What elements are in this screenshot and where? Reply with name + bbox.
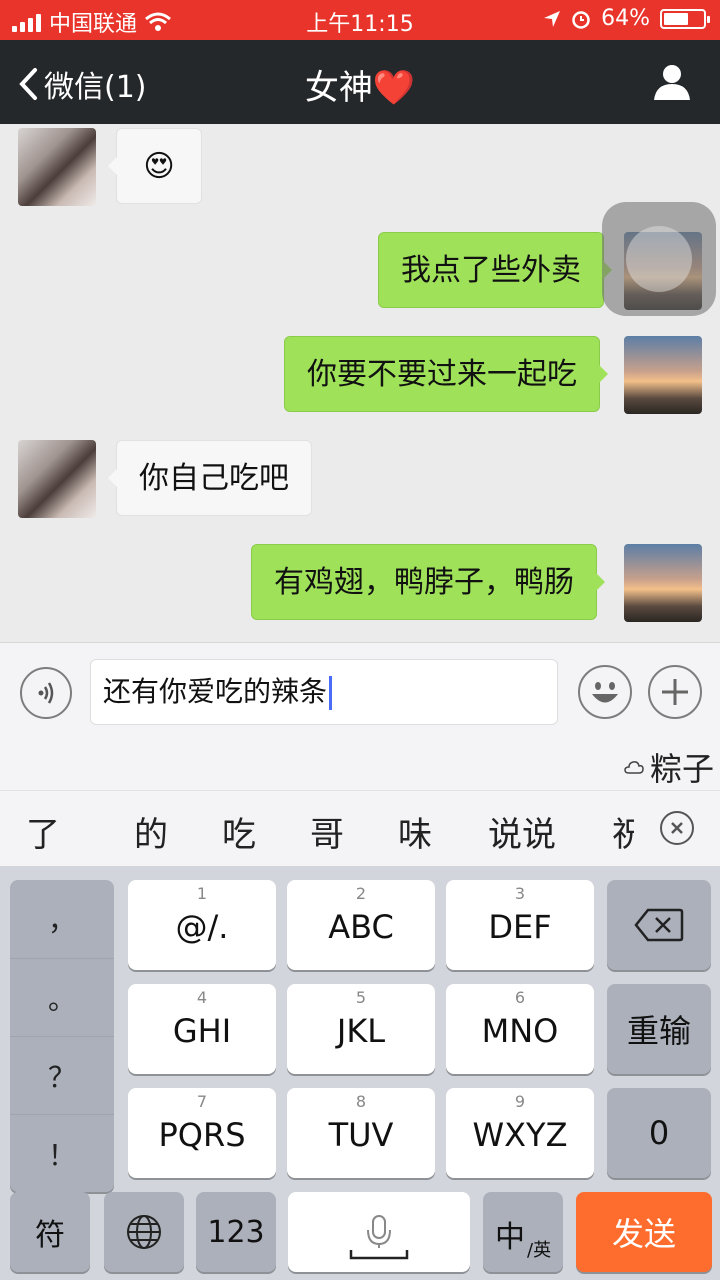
key-number: 8 [355, 1092, 367, 1111]
text-caret [329, 676, 333, 710]
message-input-text: 还有你爱吃的辣条 [103, 675, 328, 708]
chat-title: 女神❤️ [0, 60, 720, 109]
key-8[interactable]: 8 TUV [287, 1088, 435, 1178]
candidate-word[interactable]: 的 [134, 807, 168, 856]
candidate-word[interactable]: 吃 [222, 807, 256, 856]
key-9[interactable]: 9 WXYZ [446, 1088, 594, 1178]
key-label: 发送 [611, 1215, 676, 1253]
message-bubble-outgoing[interactable]: 有鸡翅，鸭脖子，鸭肠 [251, 544, 605, 620]
key-label: TUV [328, 1116, 394, 1154]
assistive-touch-button[interactable] [602, 202, 716, 316]
key-comma[interactable]: ， [10, 880, 114, 958]
key-2[interactable]: 2 ABC [287, 880, 435, 970]
key-label: 符 [35, 1218, 65, 1253]
key-period[interactable]: 。 [10, 958, 114, 1037]
chat-title-text: 女神 [304, 68, 373, 108]
key-label: 中 [495, 1220, 525, 1255]
key-5[interactable]: 5 JKL [287, 984, 435, 1074]
contact-avatar[interactable] [18, 128, 96, 206]
key-label: PQRS [158, 1116, 246, 1154]
key-label: 0 [648, 1114, 670, 1152]
candidate-bar: 了 的 吃 哥 味 说说 祝 [0, 790, 720, 867]
my-avatar[interactable] [624, 336, 702, 414]
globe-icon [127, 1215, 161, 1249]
contact-avatar[interactable] [18, 440, 96, 518]
key-exclamation[interactable]: ！ [10, 1114, 114, 1193]
my-avatar[interactable] [624, 544, 702, 622]
location-icon [544, 10, 561, 27]
key-label: 重输 [626, 1012, 691, 1050]
retype-key[interactable]: 重输 [607, 984, 711, 1074]
message-bubble-incoming[interactable]: 你自己吃吧 [108, 440, 312, 516]
key-label: ABC [328, 908, 394, 946]
key-number: 2 [355, 884, 367, 903]
punctuation-column: ， 。 ？ ！ [10, 880, 114, 1192]
cloud-icon [624, 761, 644, 774]
candidate-word[interactable]: 了 [26, 807, 60, 856]
candidate-word[interactable]: 祝 [612, 807, 634, 856]
send-button[interactable]: 发送 [576, 1192, 712, 1272]
cloud-prediction-bar: 粽子 [0, 740, 720, 790]
heart-emoji: ❤️ [372, 68, 416, 108]
battery-icon [660, 8, 710, 29]
key-label: MNO [481, 1012, 559, 1050]
key-3[interactable]: 3 DEF [446, 880, 594, 970]
microphone-icon [349, 1215, 409, 1260]
key-label: DEF [488, 908, 552, 946]
candidate-word[interactable]: 哥 [310, 807, 344, 856]
cloud-prediction-word: 粽子 [649, 750, 714, 788]
key-number: 3 [514, 884, 526, 903]
candidate-word[interactable]: 说说 [488, 807, 556, 856]
key-number: 1 [196, 884, 208, 903]
number-mode-key[interactable]: 123 [196, 1192, 276, 1272]
nav-bar: 微信(1) 女神❤️ [0, 40, 720, 124]
emoji-button[interactable] [578, 665, 632, 719]
alarm-icon [572, 10, 590, 29]
close-candidates-button[interactable] [660, 811, 694, 845]
chat-area[interactable]: 😍 我点了些外卖 你要不要过来一起吃 你自己吃吧 有鸡翅，鸭脖子，鸭肠 [0, 124, 720, 642]
message-input[interactable]: 还有你爱吃的辣条 [90, 659, 558, 725]
key-number: 9 [514, 1092, 526, 1111]
key-label: @/. [175, 908, 229, 946]
cloud-prediction[interactable]: 粽子 [624, 744, 714, 790]
voice-icon [38, 682, 54, 704]
key-7[interactable]: 7 PQRS [128, 1088, 276, 1178]
space-key[interactable] [288, 1192, 470, 1272]
key-label: 123 [207, 1214, 265, 1250]
status-bar: 中国联通 上午11:15 64% [0, 0, 720, 40]
close-icon [671, 822, 683, 834]
message-bubble-incoming[interactable]: 😍 [108, 128, 202, 204]
battery-percent: 64% [601, 6, 650, 31]
smiley-icon [592, 682, 618, 703]
key-label: GHI [172, 1012, 232, 1050]
keyboard: ， 。 ？ ！ 1 @/. 2 ABC 3 DEF 4 GHI 5 JKL 6 … [0, 866, 720, 1280]
voice-input-button[interactable] [20, 667, 72, 719]
message-bubble-outgoing[interactable]: 你要不要过来一起吃 [284, 336, 608, 412]
message-bubble-outgoing[interactable]: 我点了些外卖 [378, 232, 612, 308]
key-number: 4 [196, 988, 208, 1007]
key-label: WXYZ [472, 1116, 568, 1154]
symbols-key[interactable]: 符 [10, 1192, 90, 1272]
key-number: 5 [355, 988, 367, 1007]
key-6[interactable]: 6 MNO [446, 984, 594, 1074]
key-number: 7 [196, 1092, 208, 1111]
more-button[interactable] [648, 665, 702, 719]
input-bar: 还有你爱吃的辣条 [0, 642, 720, 741]
key-1[interactable]: 1 @/. [128, 880, 276, 970]
backspace-icon [634, 908, 684, 942]
key-sublabel: /英 [527, 1240, 552, 1261]
key-number: 6 [514, 988, 526, 1007]
key-question[interactable]: ？ [10, 1036, 114, 1115]
backspace-key[interactable] [607, 880, 711, 970]
candidate-word[interactable]: 味 [398, 807, 432, 856]
language-switch-key[interactable]: 中 /英 [483, 1192, 563, 1272]
key-4[interactable]: 4 GHI [128, 984, 276, 1074]
plus-icon [662, 679, 688, 705]
key-label: JKL [336, 1012, 386, 1050]
globe-key[interactable] [104, 1192, 184, 1272]
key-0[interactable]: 0 [607, 1088, 711, 1178]
contact-info-icon[interactable] [652, 62, 692, 102]
